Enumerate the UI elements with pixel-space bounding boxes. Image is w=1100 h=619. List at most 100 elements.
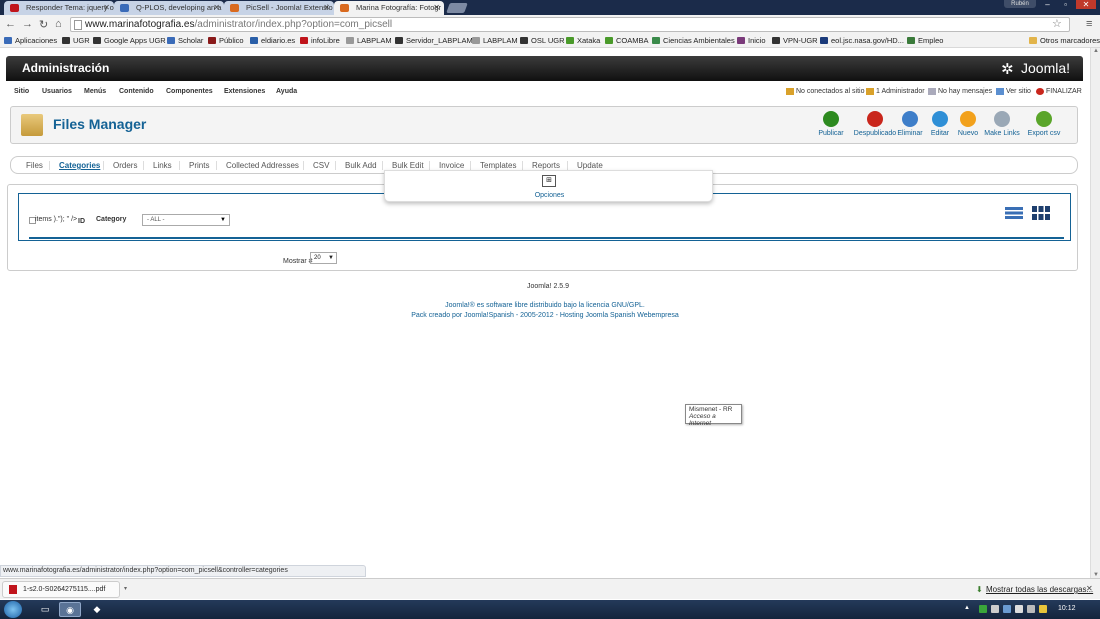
- bookmark-favicon-icon: [605, 37, 613, 44]
- app-taskbar-icon[interactable]: ◆: [86, 602, 108, 617]
- bookmark-item[interactable]: Público: [208, 35, 244, 46]
- close-icon[interactable]: ✕: [323, 1, 330, 14]
- limit-select[interactable]: 20 ▼: [310, 252, 337, 264]
- download-item[interactable]: 1-s2.0-S0264275115....pdf ▾: [2, 581, 127, 598]
- close-icon[interactable]: ✕: [103, 1, 110, 14]
- tray-icon[interactable]: [1003, 605, 1011, 613]
- bookmark-favicon-icon: [395, 37, 403, 44]
- close-icon[interactable]: ✕: [433, 1, 440, 14]
- category-select[interactable]: - ALL - ▼: [142, 214, 230, 226]
- folder-icon: [1029, 37, 1037, 44]
- submenu-tab[interactable]: Templates: [480, 161, 516, 170]
- bookmark-item[interactable]: Aplicaciones: [4, 35, 57, 46]
- tab-title: Marina Fotografía: Fotogr: [356, 3, 442, 12]
- bookmark-item[interactable]: VPN-UGR: [772, 35, 818, 46]
- bookmark-item[interactable]: COAMBA: [605, 35, 649, 46]
- bookmark-item[interactable]: Ciencias Ambientales: [652, 35, 735, 46]
- items-text: items )."); " />: [35, 216, 78, 223]
- bookmark-item[interactable]: eldiario.es: [250, 35, 295, 46]
- submenu-tab[interactable]: Prints: [189, 161, 209, 170]
- close-icon[interactable]: ✕: [1086, 584, 1093, 593]
- status-admins: 1 Administrador: [866, 88, 925, 95]
- toolbar-button-export-csv[interactable]: Export csv: [1021, 111, 1067, 137]
- list-view-icon[interactable]: [1005, 206, 1023, 220]
- menu-item-componentes[interactable]: Componentes: [166, 88, 213, 95]
- submenu-tab[interactable]: Links: [153, 161, 172, 170]
- address-bar[interactable]: www.marinafotografia.es/administrator/in…: [70, 17, 1070, 32]
- home-icon[interactable]: ⌂: [55, 18, 62, 30]
- maximize-icon[interactable]: ▫: [1058, 0, 1073, 9]
- browser-tab[interactable]: Q-PLOS, developing an a ✕: [114, 1, 224, 15]
- show-all-downloads-link[interactable]: ⬇ Mostrar todas las descargas...: [976, 585, 1093, 594]
- back-arrow-icon[interactable]: ←: [5, 18, 16, 30]
- tray-arrow-icon[interactable]: ▲: [964, 605, 972, 613]
- network-icon[interactable]: [1015, 605, 1023, 613]
- menu-item-usuarios[interactable]: Usuarios: [42, 88, 72, 95]
- bookmark-item[interactable]: Scholar: [167, 35, 203, 46]
- bookmark-item[interactable]: Empleo: [907, 35, 943, 46]
- submenu-tab[interactable]: Reports: [532, 161, 560, 170]
- profile-user-label[interactable]: Rubén: [1004, 0, 1036, 8]
- tray-icon[interactable]: [991, 605, 999, 613]
- browser-tab-active[interactable]: Marina Fotografía: Fotogr ✕: [334, 1, 444, 15]
- star-icon[interactable]: ☆: [1052, 17, 1062, 30]
- bookmark-label: Servidor_LABPLAM: [406, 36, 473, 45]
- scroll-up-icon[interactable]: ▲: [1091, 48, 1100, 54]
- menu-item-ayuda[interactable]: Ayuda: [276, 88, 297, 95]
- tray-icon[interactable]: [1039, 605, 1047, 613]
- other-bookmarks[interactable]: Otros marcadores: [1029, 35, 1100, 46]
- vertical-scrollbar[interactable]: ▲ ▼: [1090, 48, 1100, 578]
- bookmark-item[interactable]: LABPLAM: [472, 35, 518, 46]
- bookmark-item[interactable]: eol.jsc.nasa.gov/HD...: [820, 35, 904, 46]
- explorer-taskbar-icon[interactable]: ▭: [34, 602, 56, 617]
- bookmark-item[interactable]: UGR: [62, 35, 90, 46]
- menu-icon[interactable]: ≡: [1086, 18, 1092, 30]
- grid-view-icon[interactable]: [1032, 206, 1050, 220]
- status-messages[interactable]: No hay mensajes: [928, 88, 992, 95]
- bookmark-item[interactable]: LABPLAM: [346, 35, 392, 46]
- bookmark-item[interactable]: infoLibre: [300, 35, 340, 46]
- submenu-tab[interactable]: Bulk Edit: [392, 161, 424, 170]
- submenu-tab[interactable]: CSV: [313, 161, 329, 170]
- submenu-tab[interactable]: Invoice: [439, 161, 464, 170]
- joomla-version: Joomla! 2.5.9: [526, 283, 570, 290]
- options-icon[interactable]: ⊞: [542, 175, 556, 187]
- bookmark-item[interactable]: Xataka: [566, 35, 600, 46]
- submenu-tab[interactable]: Update: [577, 161, 603, 170]
- toolbar-button-publicar[interactable]: Publicar: [808, 111, 854, 137]
- browser-tab[interactable]: Responder Tema: jquery o ✕: [4, 1, 114, 15]
- bookmark-label: OSL UGR: [531, 36, 565, 45]
- forward-arrow-icon[interactable]: →: [22, 18, 33, 30]
- new-tab-button[interactable]: [446, 3, 468, 13]
- tray-icon[interactable]: [979, 605, 987, 613]
- close-icon[interactable]: ✕: [213, 1, 220, 14]
- menu-item-extensiones[interactable]: Extensiones: [224, 88, 265, 95]
- logout-link[interactable]: FINALIZAR: [1036, 88, 1082, 95]
- toolbar-button-make-links[interactable]: Make Links: [979, 111, 1025, 137]
- window-close-icon[interactable]: ✕: [1076, 0, 1096, 9]
- reload-icon[interactable]: ↻: [39, 18, 48, 31]
- volume-icon[interactable]: [1027, 605, 1035, 613]
- menu-item-sitio[interactable]: Sitio: [14, 88, 29, 95]
- bookmark-item[interactable]: Servidor_LABPLAM: [395, 35, 473, 46]
- chrome-taskbar-icon[interactable]: ◉: [59, 602, 81, 617]
- submenu-tab[interactable]: Bulk Add: [345, 161, 377, 170]
- footer-license-link[interactable]: Joomla!® es software libre distribuido b…: [0, 302, 1090, 309]
- start-button[interactable]: [4, 601, 22, 618]
- submenu-tab[interactable]: Categories: [59, 161, 100, 170]
- clock[interactable]: 10:12: [1058, 605, 1076, 612]
- submenu-tab[interactable]: Files: [26, 161, 43, 170]
- view-site-link[interactable]: Ver sitio: [996, 88, 1031, 95]
- bookmark-item[interactable]: OSL UGR: [520, 35, 564, 46]
- browser-tab[interactable]: PicSell - Joomla! Extensio ✕: [224, 1, 334, 15]
- menu-item-menus[interactable]: Menús: [84, 88, 106, 95]
- minimize-icon[interactable]: –: [1040, 0, 1055, 9]
- submenu-tab[interactable]: Collected Addresses: [226, 161, 299, 170]
- bookmark-item[interactable]: Google Apps UGR: [93, 35, 166, 46]
- chevron-down-icon[interactable]: ▾: [124, 582, 127, 597]
- footer-credits-link[interactable]: Pack creado por Joomla!Spanish - 2005-20…: [0, 312, 1090, 319]
- menu-item-contenido[interactable]: Contenido: [119, 88, 154, 95]
- submenu-tab[interactable]: Orders: [113, 161, 137, 170]
- bookmark-item[interactable]: Inicio: [737, 35, 766, 46]
- options-link[interactable]: Opciones: [385, 192, 714, 199]
